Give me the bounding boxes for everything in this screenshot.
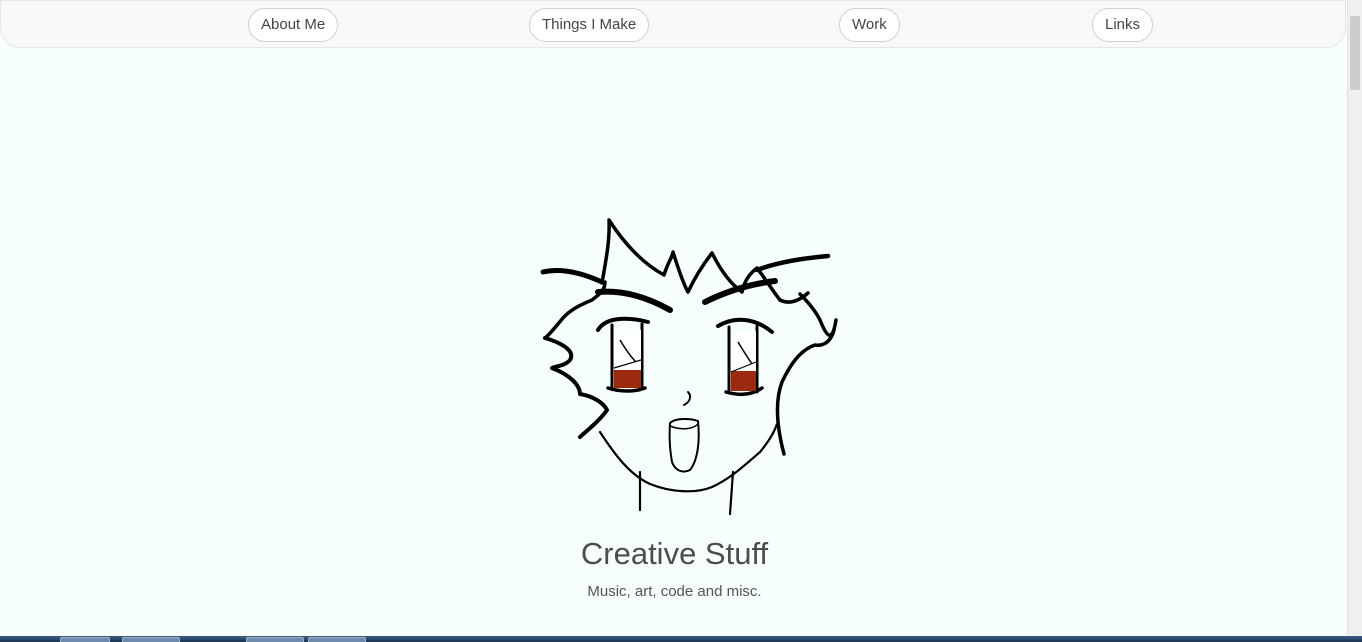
page: About Me Things I Make Work Links Creati…: [0, 0, 1362, 642]
vertical-scrollbar[interactable]: [1347, 0, 1362, 636]
nav-about-me-button[interactable]: About Me: [248, 8, 339, 42]
top-navbar: About Me Things I Make Work Links: [0, 0, 1346, 48]
taskbar-item[interactable]: [122, 637, 180, 642]
nav-things-i-make-button[interactable]: Things I Make: [529, 8, 650, 42]
nav-work-button[interactable]: Work: [839, 8, 900, 42]
taskbar-item[interactable]: [308, 637, 366, 642]
page-title: Creative Stuff: [580, 536, 769, 571]
os-taskbar: [0, 636, 1362, 642]
scrollbar-thumb[interactable]: [1350, 16, 1360, 90]
taskbar-item[interactable]: [60, 637, 110, 642]
nav-links-button[interactable]: Links: [1092, 8, 1154, 42]
anime-face-drawing: [540, 218, 838, 516]
taskbar-item[interactable]: [246, 637, 304, 642]
page-subtitle: Music, art, code and misc.: [587, 583, 762, 600]
